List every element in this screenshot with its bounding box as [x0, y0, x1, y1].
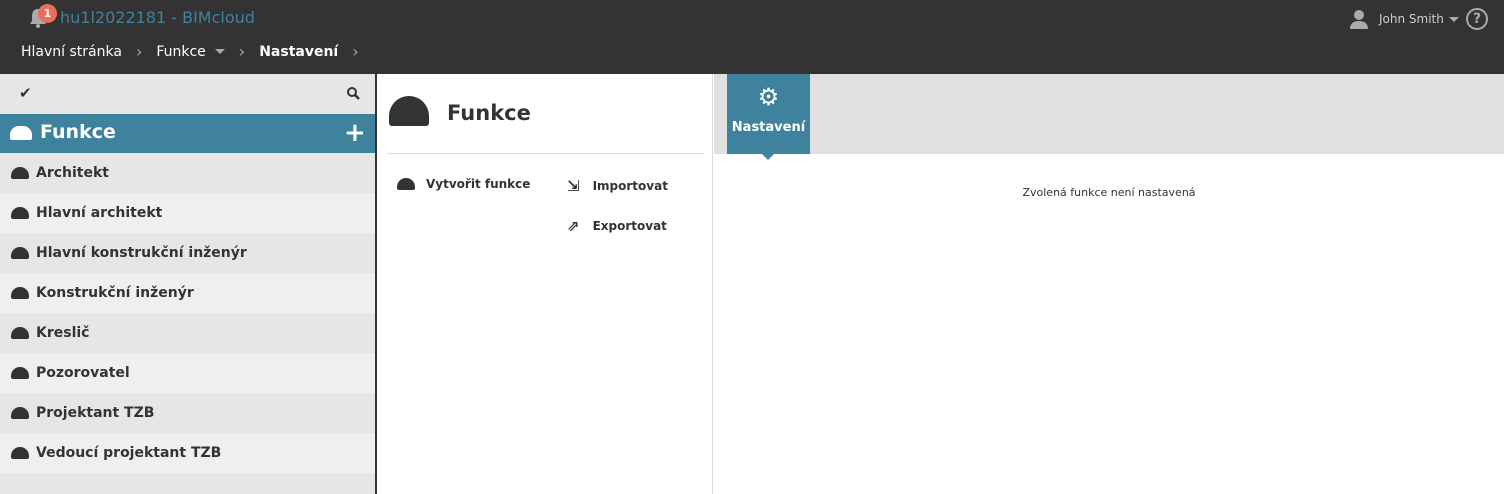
- empty-message: Zvolená funkce není nastavená: [1022, 186, 1196, 199]
- hard-hat-icon: [11, 287, 29, 299]
- caret-down-icon[interactable]: [214, 49, 225, 54]
- breadcrumb-home[interactable]: Hlavní stránka: [21, 44, 122, 60]
- app-title: hu1l2022181 - BIMcloud: [60, 8, 255, 27]
- create-function-button[interactable]: Vytvořit funkce: [397, 177, 530, 191]
- breadcrumb: Hlavní stránka › Funkce › Nastavení ›: [21, 42, 373, 61]
- user-name: John Smith: [1379, 12, 1444, 26]
- item-label: Vedoucí projektant TZB: [36, 445, 222, 461]
- hard-hat-icon: [389, 96, 429, 126]
- action-label: Vytvořit funkce: [426, 177, 531, 191]
- list-item[interactable]: Konstrukční inženýr: [0, 273, 375, 313]
- breadcrumb-current: Nastavení: [259, 43, 339, 60]
- item-label: Hlavní architekt: [36, 205, 163, 221]
- check-icon[interactable]: ✔: [19, 84, 32, 102]
- user-icon: [1350, 10, 1368, 29]
- item-label: Konstrukční inženýr: [36, 285, 194, 301]
- list-item[interactable]: Vedoucí projektant TZB: [0, 433, 375, 473]
- help-icon[interactable]: ?: [1466, 8, 1488, 30]
- top-header: 1 hu1l2022181 - BIMcloud Hlavní stránka …: [0, 0, 1504, 74]
- gear-icon: ⚙: [757, 83, 780, 111]
- panel-title: Funkce: [447, 101, 531, 125]
- list-item[interactable]: Projektant TZB: [0, 393, 375, 433]
- tab-bar: ⚙ Nastavení: [714, 74, 1504, 160]
- function-panel: Funkce Vytvořit funkce ⇲ Importovat ⇗ Expo…: [377, 74, 713, 494]
- hard-hat-icon: [397, 178, 415, 190]
- caret-down-icon: [1448, 16, 1459, 22]
- hard-hat-icon: [11, 407, 29, 419]
- hard-hat-icon: [11, 207, 29, 219]
- chevron-right-icon: ›: [238, 42, 246, 61]
- item-label: Pozorovatel: [36, 365, 130, 381]
- sidebar-header: Funkce +: [0, 114, 375, 153]
- import-button[interactable]: ⇲ Importovat: [567, 177, 668, 195]
- export-icon: ⇗: [567, 217, 580, 235]
- hard-hat-icon: [11, 327, 29, 339]
- add-button[interactable]: +: [344, 118, 366, 148]
- item-label: Projektant TZB: [36, 405, 155, 421]
- hard-hat-icon: [11, 447, 29, 459]
- list-item[interactable]: Kreslič: [0, 313, 375, 353]
- hard-hat-icon: [11, 367, 29, 379]
- chevron-right-icon: ›: [135, 42, 143, 61]
- search-icon[interactable]: [347, 87, 360, 100]
- item-label: Architekt: [36, 165, 109, 181]
- tab-label: Nastavení: [731, 120, 806, 135]
- divider: [387, 153, 704, 154]
- list-item[interactable]: Hlavní architekt: [0, 193, 375, 233]
- import-icon: ⇲: [567, 177, 580, 195]
- sidebar-toolbar: ✔: [0, 74, 375, 114]
- tab-settings[interactable]: ⚙ Nastavení: [727, 74, 810, 160]
- action-label: Exportovat: [592, 219, 667, 233]
- settings-panel: ⚙ Nastavení Zvolená funkce není nastaven…: [714, 74, 1504, 494]
- hard-hat-icon: [11, 247, 29, 259]
- list-item[interactable]: Architekt: [0, 153, 375, 193]
- hard-hat-icon: [11, 167, 29, 179]
- list-item[interactable]: Pozorovatel: [0, 353, 375, 393]
- function-list: Architekt Hlavní architekt Hlavní konstr…: [0, 153, 375, 473]
- item-label: Kreslič: [36, 325, 90, 341]
- list-item[interactable]: Hlavní konstrukční inženýr: [0, 233, 375, 273]
- chevron-right-icon: ›: [352, 42, 359, 61]
- user-menu[interactable]: John Smith: [1350, 9, 1459, 29]
- sidebar-title: Funkce: [40, 121, 116, 143]
- sidebar: ✔ Funkce + Architekt Hlavní architekt Hl…: [0, 74, 375, 494]
- export-button[interactable]: ⇗ Exportovat: [567, 217, 667, 235]
- notification-badge[interactable]: 1: [38, 4, 57, 23]
- hard-hat-icon: [10, 126, 32, 140]
- breadcrumb-funkce[interactable]: Funkce: [156, 44, 205, 60]
- action-label: Importovat: [592, 179, 668, 193]
- item-label: Hlavní konstrukční inženýr: [36, 245, 247, 261]
